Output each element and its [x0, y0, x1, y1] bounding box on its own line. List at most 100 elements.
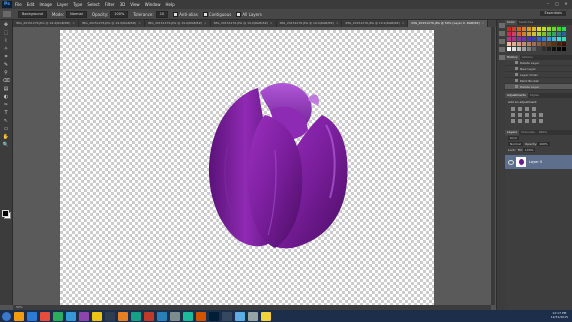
color-swatch[interactable] [552, 42, 556, 46]
document-tab[interactable]: IMG_20151276.JPG @ 19.9(RGB/8#) × [342, 20, 409, 27]
document-tab[interactable]: IMG_20151276.JPG @ 19.9(RGB/8#) × [144, 20, 211, 27]
history-panel-icon[interactable] [498, 23, 505, 28]
maximize-button[interactable]: ▢ [553, 1, 561, 7]
levels-icon[interactable] [518, 107, 522, 111]
tool-8-icon[interactable]: ▤ [2, 86, 10, 92]
color-swatch[interactable] [562, 42, 566, 46]
workspace-select[interactable]: Essentials [540, 11, 566, 16]
color-swatch[interactable] [542, 32, 546, 36]
menu-layer[interactable]: Layer [57, 2, 68, 7]
contiguous-checkbox[interactable] [202, 11, 208, 17]
system-clock[interactable]: 12:17 PM 12/31/2015 [551, 311, 568, 319]
mode-select[interactable]: Normal [66, 10, 87, 18]
color-swatch[interactable] [562, 32, 566, 36]
color-swatch[interactable] [537, 37, 541, 41]
color-swatch[interactable] [557, 27, 561, 31]
document-tab[interactable]: IMG_20151276.JPG @ 19.9(RGB/8#) × [78, 20, 145, 27]
color-swatch[interactable] [522, 32, 526, 36]
color-swatch[interactable] [517, 32, 521, 36]
color-swatch[interactable] [512, 47, 516, 51]
character-panel-icon[interactable] [498, 47, 505, 52]
menu-image[interactable]: Image [39, 2, 52, 7]
layer-fill-input[interactable]: 100% [522, 148, 536, 152]
taskbar-app-icon[interactable] [157, 311, 167, 321]
taskbar-app-icon[interactable] [222, 311, 232, 321]
close-tab-icon[interactable]: × [204, 20, 207, 27]
blend-mode-select[interactable]: Normal [508, 142, 523, 146]
color-swatch[interactable] [532, 37, 536, 41]
sample-select[interactable]: Background [18, 10, 47, 18]
taskbar-app-icon[interactable] [66, 311, 76, 321]
close-tab-icon[interactable]: × [270, 20, 273, 27]
document-canvas[interactable] [60, 30, 434, 305]
color-swatch[interactable] [537, 27, 541, 31]
menu-3d[interactable]: 3D [120, 2, 126, 7]
taskbar-app-icon[interactable] [53, 311, 63, 321]
gradient-map-icon[interactable] [532, 119, 536, 123]
taskbar-app-icon[interactable] [118, 311, 128, 321]
menu-type[interactable]: Type [73, 2, 82, 7]
document-tab[interactable]: IMG_20151276.JPG @ 19.9(RGB/8#) × [276, 20, 343, 27]
paint-bucket-icon[interactable] [3, 11, 11, 17]
color-swatch[interactable] [527, 37, 531, 41]
menu-filter[interactable]: Filter [105, 2, 115, 7]
color-swatch[interactable] [542, 27, 546, 31]
tool-3-icon[interactable]: ✧ [2, 46, 10, 52]
color-swatch[interactable] [507, 27, 511, 31]
layer-kind-filter[interactable]: Kind [508, 136, 519, 140]
menu-view[interactable]: View [130, 2, 140, 7]
tool-15-icon[interactable]: 🔍 [2, 142, 10, 148]
photo-filter-icon[interactable] [539, 113, 543, 117]
color-swatch[interactable] [507, 42, 511, 46]
color-swatch[interactable] [532, 42, 536, 46]
taskbar-app-icon[interactable] [40, 311, 50, 321]
taskbar-app-icon[interactable] [261, 311, 271, 321]
color-swatch[interactable] [542, 47, 546, 51]
color-swatch[interactable] [517, 27, 521, 31]
tool-6-icon[interactable]: ⚲ [2, 70, 10, 76]
color-swatch[interactable] [562, 47, 566, 51]
tool-0-icon[interactable]: ✥ [2, 22, 10, 28]
color-swatch[interactable] [562, 27, 566, 31]
menu-edit[interactable]: Edit [27, 2, 35, 7]
close-tab-icon[interactable]: × [482, 20, 485, 27]
tab-color[interactable]: Color [505, 20, 517, 25]
taskbar-app-icon[interactable] [144, 311, 154, 321]
document-tab[interactable]: IMG_20151276.JPG @ 50% (Layer 0, RGB/8#)… [408, 20, 489, 27]
tab-paths[interactable]: Paths [537, 130, 549, 135]
color-swatch[interactable] [552, 32, 556, 36]
color-swatch[interactable] [517, 42, 521, 46]
color-swatch[interactable] [507, 37, 511, 41]
menu-file[interactable]: File [15, 2, 22, 7]
brush-panel-icon[interactable] [498, 39, 505, 44]
color-swatch[interactable] [542, 42, 546, 46]
vibrance-icon[interactable] [511, 113, 515, 117]
tab-actions[interactable]: Actions [520, 55, 535, 60]
opacity-input[interactable]: 100% [110, 10, 129, 18]
color-swatch[interactable] [517, 37, 521, 41]
close-tab-icon[interactable]: × [402, 20, 405, 27]
taskbar-app-icon[interactable] [248, 311, 258, 321]
color-swatch[interactable] [522, 27, 526, 31]
layer-opacity-input[interactable]: 100% [537, 142, 550, 146]
close-tab-icon[interactable]: × [138, 20, 141, 27]
color-swatch[interactable] [512, 42, 516, 46]
color-swatch[interactable] [557, 37, 561, 41]
properties-panel-icon[interactable] [498, 31, 505, 36]
color-swatch[interactable] [532, 27, 536, 31]
color-swatch[interactable] [537, 47, 541, 51]
color-swatch[interactable] [512, 27, 516, 31]
exposure-icon[interactable] [532, 107, 536, 111]
menu-window[interactable]: Window [145, 2, 161, 7]
taskbar-app-icon[interactable] [79, 311, 89, 321]
taskbar-app-icon[interactable] [196, 311, 206, 321]
taskbar-app-icon[interactable] [14, 311, 24, 321]
close-tab-icon[interactable]: × [72, 20, 75, 27]
color-swatch[interactable] [547, 47, 551, 51]
layer-row[interactable]: Layer 0 [505, 155, 572, 169]
tool-4-icon[interactable]: ⌗ [2, 54, 10, 60]
color-swatch[interactable] [537, 32, 541, 36]
taskbar-app-icon[interactable] [183, 311, 193, 321]
history-item[interactable]: Delete Layer [505, 84, 572, 90]
color-swatch[interactable] [507, 32, 511, 36]
